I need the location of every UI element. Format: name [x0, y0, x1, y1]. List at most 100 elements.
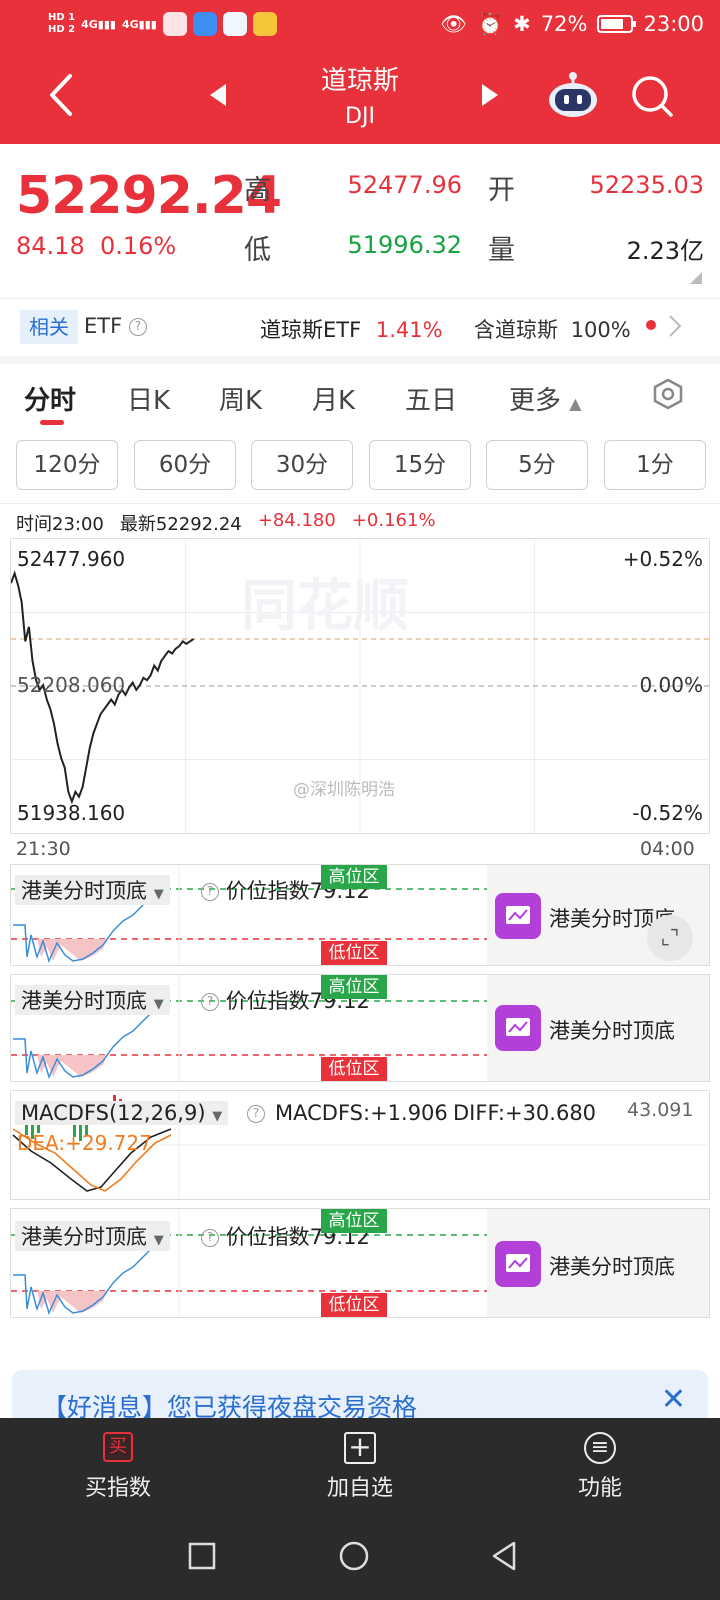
nav-functions-label: 功能 [577, 1476, 622, 1501]
net-1-label: 4G [81, 17, 98, 31]
macd-panel[interactable]: MACDFS(12,26,9) ▼ DEA:+29.727 ? MACDFS:+… [10, 1090, 710, 1200]
help-icon[interactable]: ? [128, 318, 147, 336]
watermark-logo: 同花顺 [241, 574, 409, 639]
prev-stock-icon[interactable] [210, 84, 226, 106]
indicator-app-icon[interactable] [495, 1005, 541, 1051]
etf-label[interactable]: ETF ? [84, 314, 147, 338]
interval-1[interactable]: 1分 [604, 440, 706, 490]
eye-icon: 👁 [440, 11, 468, 36]
indicator-app-icon[interactable] [495, 893, 541, 939]
hd-bottom: HD 2 [48, 24, 76, 35]
status-left: HD 1 HD 2 4G▮▮▮ 4G▮▮▮ [48, 6, 277, 42]
settings-hex-icon[interactable] [652, 378, 684, 410]
indicator-badge-label[interactable]: 港美分时顶底 [549, 1015, 675, 1045]
indicator-selector[interactable]: 港美分时顶底 ▼ [15, 985, 170, 1015]
high-value: 52477.96 [347, 171, 462, 199]
indicator-selector[interactable]: 港美分时顶底 ▼ [15, 1221, 170, 1251]
indicator-panel-3[interactable]: 港美分时顶底 ▼ ? 价位指数79.12 高位区 低位区 港美分时顶底 [10, 1208, 710, 1318]
low-zone-tag: 低位区 [321, 941, 387, 965]
chevron-right-icon[interactable] [668, 314, 682, 338]
shopping-app-icon [162, 12, 187, 36]
current-price: 52292.24 [16, 166, 282, 226]
volume-value: 2.23亿 [626, 237, 704, 265]
help-icon[interactable]: ? [201, 883, 219, 901]
net-2-label: 4G [121, 17, 139, 31]
section-gap [0, 356, 720, 364]
signal-2-icon: 4G▮▮▮ [121, 17, 157, 31]
interval-5[interactable]: 5分 [486, 440, 588, 490]
help-icon[interactable]: ? [247, 1105, 265, 1123]
y-mid-label: 52208.060 [17, 673, 126, 697]
contain-item[interactable]: 含道琼斯 100% [474, 314, 631, 344]
related-tag: 相关 [20, 310, 78, 344]
interval-15[interactable]: 15分 [369, 440, 471, 490]
nav-add-watchlist[interactable]: + 加自选 [270, 1418, 450, 1520]
weather-app-icon [192, 12, 217, 36]
back-icon[interactable] [46, 72, 74, 118]
indicator-app-icon[interactable] [495, 1241, 541, 1287]
interval-120[interactable]: 120分 [16, 440, 118, 490]
help-icon[interactable]: ? [201, 1229, 219, 1247]
nav-buy-index[interactable]: 买 买指数 [28, 1418, 208, 1520]
search-icon[interactable] [630, 74, 674, 118]
contain-label: 含道琼斯 [474, 318, 558, 342]
info-change: +84.180 [257, 510, 336, 531]
diff-value: DIFF:+30.680 [453, 1101, 597, 1125]
indicator-name: 港美分时顶底 [21, 1225, 147, 1249]
nav-functions[interactable]: ≡ 功能 [510, 1418, 690, 1520]
chart-info-bar: 时间23:00 最新52292.24 +84.180 +0.161% [16, 510, 436, 536]
recent-apps-icon[interactable] [188, 1542, 216, 1570]
tab-weekly-k[interactable]: 周K [219, 380, 262, 417]
indicator-selector[interactable]: 港美分时顶底 ▼ [15, 875, 170, 905]
home-icon[interactable] [338, 1540, 370, 1572]
low-zone-tag: 低位区 [321, 1057, 387, 1081]
high-zone-tag: 高位区 [321, 865, 387, 889]
weibo-watermark: @深圳陈明浩 [293, 780, 395, 800]
bluetooth-icon: ✱ [513, 12, 531, 36]
divider [0, 503, 720, 504]
expand-corner-icon[interactable] [690, 272, 702, 284]
back-nav-icon[interactable] [490, 1540, 518, 1572]
tab-five-day[interactable]: 五日 [405, 380, 457, 417]
dropdown-icon: ▼ [212, 1109, 223, 1124]
nav-buy-label: 买指数 [84, 1476, 151, 1501]
close-icon[interactable]: ✕ [661, 1382, 686, 1417]
change-value: 84.18 [16, 232, 85, 260]
macd-selector[interactable]: MACDFS(12,26,9) ▼ [15, 1101, 229, 1125]
dropdown-icon: ▼ [153, 997, 164, 1012]
robot-assistant-icon[interactable] [548, 70, 598, 118]
indicator-name: 港美分时顶底 [21, 879, 147, 903]
related-etf-item[interactable]: 道琼斯ETF 1.41% [260, 314, 443, 344]
tab-monthly-k[interactable]: 月K [312, 380, 355, 417]
interval-60[interactable]: 60分 [134, 440, 236, 490]
indicator-panel-1[interactable]: 港美分时顶底 ▼ ? 价位指数79.12 高位区 低位区 港美分时顶底 ⌞⌝ [10, 864, 710, 966]
help-icon[interactable]: ? [201, 993, 219, 1011]
interval-30[interactable]: 30分 [251, 440, 353, 490]
low-value: 51996.32 [347, 231, 462, 259]
menu-circle-icon: ≡ [584, 1432, 616, 1464]
main-chart-panel[interactable]: 同花顺 52477.960 52208.060 51938.160 +0.52%… [10, 538, 710, 834]
hd-top: HD 1 [48, 12, 76, 23]
indicator-badge-label[interactable]: 港美分时顶底 [549, 1251, 675, 1281]
next-stock-icon[interactable] [482, 84, 498, 106]
tab-timeshare[interactable]: 分时 [24, 380, 76, 417]
info-pct: +0.161% [351, 510, 436, 531]
system-nav-bar [0, 1520, 720, 1600]
open-value: 52235.03 [589, 171, 704, 199]
nav-add-label: 加自选 [326, 1476, 393, 1501]
pct-bottom-label: -0.52% [632, 801, 703, 825]
hd-indicator: HD 1 HD 2 [48, 12, 75, 36]
battery-percent: 72% [540, 12, 588, 36]
info-latest: 最新52292.24 [119, 514, 242, 535]
collapse-icon[interactable]: ⌞⌝ [647, 915, 693, 961]
tab-daily-k[interactable]: 日K [127, 380, 170, 417]
status-time: 23:00 [643, 12, 704, 36]
tab-more[interactable]: 更多 ▲ [509, 380, 582, 417]
indicator-panel-2[interactable]: 港美分时顶底 ▼ ? 价位指数79.12 高位区 低位区 港美分时顶底 [10, 974, 710, 1082]
pct-mid-label: 0.00% [639, 673, 703, 697]
macdfs-value: MACDFS:+1.906 [275, 1101, 448, 1125]
low-label: 低 [244, 235, 271, 266]
shield-app-icon [222, 12, 247, 36]
tab-more-label: 更多 [509, 386, 562, 416]
signal-1-icon: 4G▮▮▮ [81, 17, 116, 31]
